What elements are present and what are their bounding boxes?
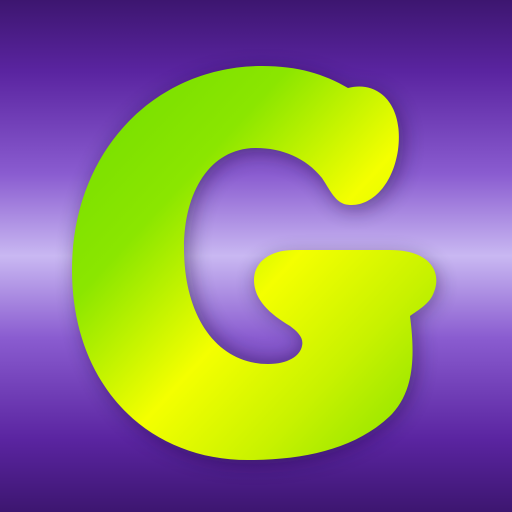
letter-g-logo-icon <box>72 66 438 464</box>
app-icon-background <box>0 0 512 512</box>
logo-letter-g <box>72 66 437 460</box>
